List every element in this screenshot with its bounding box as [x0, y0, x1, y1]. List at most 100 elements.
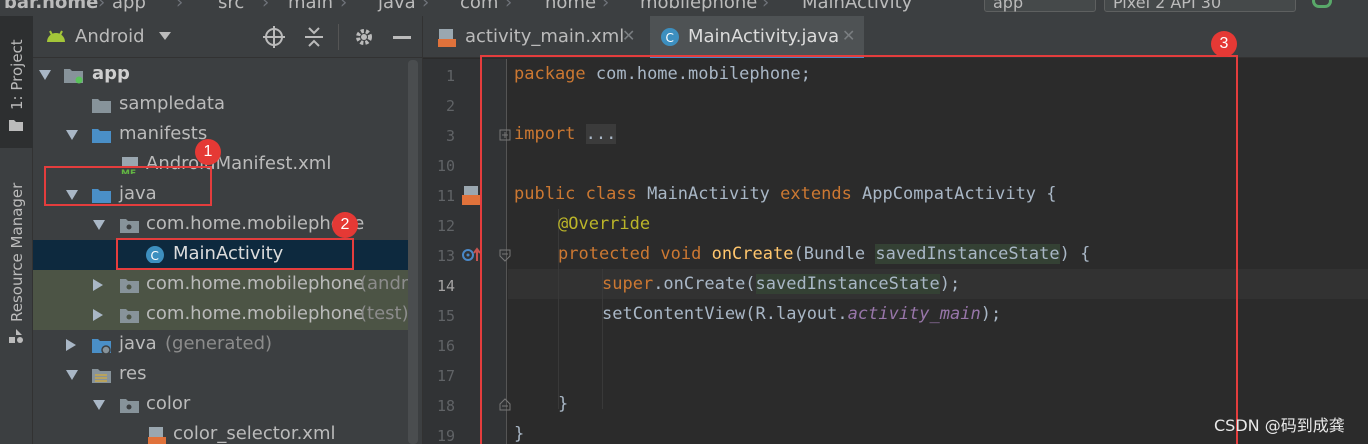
- svg-text:C: C: [666, 31, 674, 45]
- resource-folder-icon: [92, 369, 111, 383]
- breadcrumb-home[interactable]: home: [545, 0, 596, 13]
- run-config-select[interactable]: app: [984, 0, 1096, 12]
- tree-item-label: color_selector.xml: [173, 423, 336, 444]
- folder-icon: [92, 99, 111, 113]
- collapse-all-icon[interactable]: [303, 26, 325, 48]
- project-panel-header: Android: [33, 16, 422, 58]
- tree-item-suffix: (androidTest): [360, 273, 408, 294]
- locate-file-icon[interactable]: [263, 26, 285, 48]
- breadcrumb-com[interactable]: com: [460, 0, 498, 13]
- breadcrumb-main[interactable]: main: [288, 0, 333, 13]
- line-number: 16: [436, 337, 455, 355]
- breadcrumb-separator: ›: [262, 0, 270, 13]
- chevron-down-icon[interactable]: [159, 32, 171, 40]
- tree-item-sampledata[interactable]: sampledata: [33, 90, 408, 120]
- tree-item-label: res: [119, 363, 147, 384]
- line-number: 11: [436, 187, 455, 205]
- hide-panel-icon[interactable]: [393, 36, 411, 39]
- project-panel: Android app sampledata manifests MF Andr…: [33, 16, 422, 444]
- gear-icon[interactable]: [353, 26, 375, 48]
- line-number: 2: [445, 97, 455, 115]
- tab-label: MainActivity.java: [688, 26, 840, 47]
- project-scrollbar[interactable]: [408, 60, 418, 444]
- close-icon[interactable]: ✕: [622, 26, 635, 45]
- breadcrumb-separator: ›: [340, 0, 348, 13]
- tab-mainactivity-java[interactable]: C MainActivity.java ✕: [650, 16, 864, 58]
- expand-arrow-icon[interactable]: [66, 370, 78, 380]
- breadcrumb-project[interactable]: bar.home: [4, 0, 98, 13]
- line-number: 13: [436, 247, 455, 265]
- generated-folder-icon: [92, 339, 111, 354]
- tree-item-res[interactable]: res: [33, 360, 408, 390]
- project-tool-label: 1: Project: [8, 39, 26, 110]
- line-number: 12: [436, 217, 455, 235]
- collapse-arrow-icon[interactable]: [93, 279, 103, 291]
- watermark: CSDN @码到成龚: [1214, 416, 1345, 435]
- line-number: 17: [436, 367, 455, 385]
- navigation-bar: bar.home › app › src › main › java › com…: [0, 0, 1368, 16]
- expand-arrow-icon[interactable]: [66, 130, 78, 140]
- tree-item-app[interactable]: app: [33, 60, 408, 90]
- collapse-arrow-icon[interactable]: [66, 339, 76, 351]
- project-tool-tab[interactable]: 1: Project: [0, 16, 33, 148]
- xml-file-icon: [148, 427, 166, 444]
- module-folder-icon: [64, 69, 83, 84]
- project-view-selector[interactable]: Android: [75, 26, 145, 47]
- sync-icon[interactable]: [1312, 0, 1332, 8]
- breadcrumb-mobilephone[interactable]: mobilephone: [640, 0, 757, 13]
- line-number: 10: [436, 157, 455, 175]
- tree-item-java-generated[interactable]: java (generated): [33, 330, 408, 360]
- line-number-current: 14: [436, 277, 455, 295]
- tab-activity-main-xml[interactable]: activity_main.xml ✕: [431, 16, 641, 58]
- breadcrumb-src[interactable]: src: [218, 0, 244, 13]
- xml-file-icon: [438, 29, 456, 47]
- package-icon: [120, 399, 139, 413]
- breadcrumb-separator: ›: [602, 0, 610, 13]
- tool-window-strip: 1: Project Resource Manager: [0, 16, 33, 444]
- breadcrumb-java[interactable]: java: [378, 0, 416, 13]
- breadcrumb-module[interactable]: app: [112, 0, 146, 13]
- tree-item-label: app: [92, 63, 130, 84]
- tree-item-color[interactable]: color: [33, 390, 408, 420]
- annotation-box-mainactivity: [116, 238, 354, 270]
- expand-arrow-icon[interactable]: [93, 220, 105, 230]
- annotation-box-code: [480, 55, 1238, 444]
- folder-icon: [9, 120, 23, 131]
- tree-item-package-test[interactable]: com.home.mobilephone (test): [33, 300, 408, 330]
- collapse-arrow-icon[interactable]: [93, 309, 103, 321]
- breadcrumb-separator: ›: [98, 0, 106, 13]
- package-icon: [120, 219, 139, 233]
- line-number: 3: [445, 127, 455, 145]
- resource-manager-label: Resource Manager: [8, 182, 26, 322]
- tree-item-package-androidtest[interactable]: com.home.mobilephone (androidTest): [33, 270, 408, 300]
- annotation-marker-2: 2: [332, 212, 358, 238]
- annotation-marker-1: 1: [195, 139, 221, 165]
- breadcrumb-separator: ›: [422, 0, 430, 13]
- tab-label: activity_main.xml: [465, 26, 625, 47]
- tree-item-label: com.home.mobilephone: [146, 273, 365, 294]
- close-icon[interactable]: ✕: [842, 26, 855, 45]
- breadcrumb-separator: ›: [505, 0, 513, 13]
- package-icon: [120, 309, 139, 323]
- expand-arrow-icon[interactable]: [39, 70, 51, 80]
- line-number: 18: [436, 397, 455, 415]
- tree-item-label: java: [119, 333, 157, 354]
- resource-icon: [9, 329, 23, 343]
- android-icon: [47, 30, 65, 42]
- tree-item-manifests[interactable]: manifests: [33, 120, 408, 150]
- tree-item-color-selector[interactable]: color_selector.xml: [33, 420, 408, 444]
- breadcrumb-separator: ›: [176, 0, 184, 13]
- tree-item-label: sampledata: [119, 93, 225, 114]
- line-number: 15: [436, 307, 455, 325]
- breadcrumb-mainactivity[interactable]: MainActivity: [802, 0, 912, 13]
- tree-item-label: color: [146, 393, 191, 414]
- expand-arrow-icon[interactable]: [93, 400, 105, 410]
- tree-item-suffix: (generated): [165, 333, 273, 354]
- annotation-marker-3: 3: [1211, 31, 1237, 57]
- folder-icon: [92, 129, 111, 143]
- resource-manager-tab[interactable]: Resource Manager: [0, 176, 33, 346]
- line-number: 1: [445, 67, 455, 85]
- device-select[interactable]: Pixel 2 API 30: [1104, 0, 1296, 12]
- line-number: 19: [436, 427, 455, 444]
- breadcrumb-separator: ›: [762, 0, 770, 13]
